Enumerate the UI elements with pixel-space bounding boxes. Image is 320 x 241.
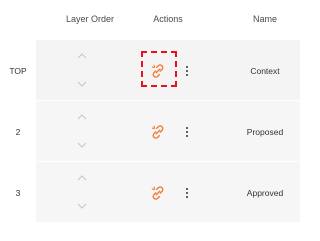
column-header-actions: Actions [153, 14, 183, 24]
chevron-up-icon[interactable] [77, 174, 87, 181]
chevron-down-icon[interactable] [77, 203, 87, 210]
unlink-icon[interactable] [151, 125, 165, 139]
more-options-icon[interactable] [184, 65, 190, 77]
chevron-up-icon[interactable] [77, 113, 87, 120]
column-header-name: Name [252, 14, 277, 24]
layer-name: Approved [246, 188, 284, 198]
chevron-down-icon[interactable] [77, 81, 87, 88]
chevron-down-icon[interactable] [77, 142, 87, 149]
more-options-icon[interactable] [184, 126, 190, 138]
layer-name: Proposed [246, 127, 284, 137]
layer-order-value: TOP [9, 66, 27, 76]
chevron-up-icon[interactable] [77, 52, 87, 59]
table-row: 3 Approved [0, 162, 300, 222]
layer-order-value: 3 [15, 188, 21, 198]
table-header: Layer Order Actions Name [0, 0, 300, 40]
focus-highlight [141, 51, 177, 87]
layer-name: Context [250, 66, 280, 76]
unlink-icon[interactable] [151, 186, 165, 200]
layer-order-value: 2 [15, 127, 21, 137]
more-options-icon[interactable] [184, 187, 190, 199]
table-row: 2 Proposed [0, 101, 300, 161]
